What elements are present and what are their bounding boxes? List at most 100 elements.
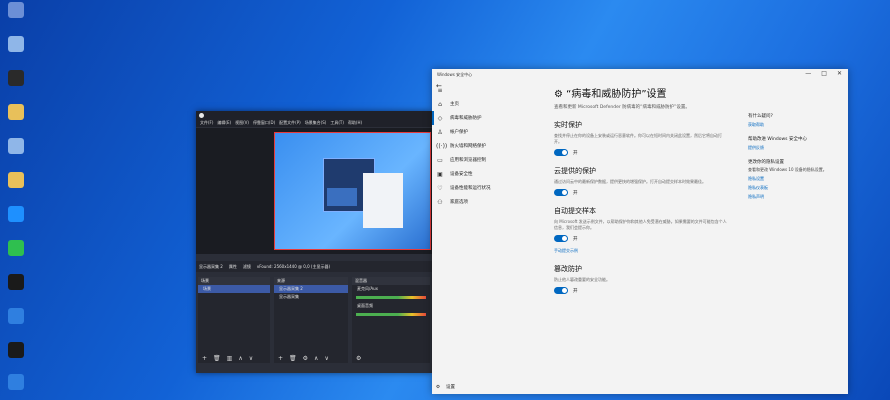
- app-icon: [8, 274, 24, 290]
- nav-item[interactable]: ◇ 病毒和威胁防护: [432, 111, 544, 125]
- move-down-icon[interactable]: ∨: [324, 355, 328, 362]
- resolution-label: vFound: 2560x1440 @ 0,0 (主显示器): [256, 263, 331, 269]
- preview-nested-panel: [363, 173, 403, 228]
- desktop-shortcut[interactable]: [3, 104, 29, 120]
- windows-security-window: Windows 安全中心 — □ ✕ ← ≡ ⌂ 主页 ◇ 病毒和威胁防护 ♙ 帐户保护((…: [432, 69, 848, 394]
- settings-content: ⚙ “病毒和威胁防护”设置 查看和更新 Microsoft Defender 防…: [554, 85, 744, 294]
- filters-button[interactable]: 滤镜: [243, 264, 251, 270]
- scenes-dock: 场景 场景 + 🗑 ▥ ∧ ∨: [198, 277, 270, 363]
- privacy-dashboard-link[interactable]: 隐私仪表板: [748, 185, 843, 191]
- app-icon: [8, 172, 24, 188]
- nav-label: 主页: [450, 102, 459, 107]
- add-icon[interactable]: +: [278, 355, 283, 362]
- settings-sections: 实时保护 查找并停止在你的设备上安装或运行恶意软件。你可以在短时间内关闭此设置，然…: [554, 120, 744, 294]
- section-description: 通过访问云中的最新保护数据，提供更快的增强保护。打开自动提交样本时效果最佳。: [554, 179, 706, 184]
- nav-item[interactable]: ≡: [432, 83, 544, 97]
- page-title-text: “病毒和威胁防护”设置: [566, 89, 667, 100]
- desktop-shortcut[interactable]: [3, 342, 29, 358]
- get-help-link[interactable]: 获取帮助: [748, 122, 843, 128]
- desktop-shortcut[interactable]: [3, 374, 29, 390]
- setting-section: 实时保护 查找并停止在你的设备上安装或运行恶意软件。你可以在短时间内关闭此设置，然…: [554, 120, 744, 156]
- toggle-state: 开: [573, 190, 578, 196]
- source-item[interactable]: 显示器采集: [274, 293, 348, 301]
- privacy-statement-link[interactable]: 隐私声明: [748, 194, 843, 200]
- window-title: Windows 安全中心: [437, 72, 473, 77]
- mixer-track-label: 麦克风/Aux: [357, 286, 378, 291]
- properties-button[interactable]: 属性: [229, 264, 237, 270]
- nav-settings[interactable]: ⚙ 设置: [436, 384, 456, 391]
- section-title: 篡改防护: [554, 265, 582, 273]
- nav-icon: ♡: [437, 184, 443, 192]
- desktop-shortcut[interactable]: [3, 36, 29, 52]
- toggle-switch[interactable]: [554, 287, 568, 294]
- obs-menu-item[interactable]: 文件(F): [200, 120, 213, 126]
- toggle-switch[interactable]: [554, 235, 568, 242]
- privacy-settings-link[interactable]: 隐私设置: [748, 176, 843, 182]
- move-up-icon[interactable]: ∧: [314, 355, 318, 362]
- obs-titlebar[interactable]: [196, 111, 432, 119]
- toggle-row: 开: [554, 149, 744, 156]
- obs-menu-item[interactable]: 视图(V): [235, 120, 249, 126]
- add-icon[interactable]: +: [202, 355, 207, 362]
- nav-item[interactable]: ▣ 设备安全性: [432, 167, 544, 181]
- mixer-dock: 混音器 麦克风/Aux 桌面音频 ⚙: [352, 277, 430, 363]
- nav-item[interactable]: ♙ 帐户保护: [432, 125, 544, 139]
- preview-nested-content: [327, 188, 357, 206]
- scene-item[interactable]: 场景: [198, 285, 270, 293]
- nav-item[interactable]: ((·)) 防火墙和网络保护: [432, 139, 544, 153]
- obs-menu-item[interactable]: 帮助(H): [348, 120, 362, 126]
- feedback-link[interactable]: 提供反馈: [748, 145, 843, 151]
- minimize-icon[interactable]: —: [805, 70, 811, 77]
- shield-icon: ⚙: [554, 89, 567, 100]
- toggle-switch[interactable]: [554, 149, 568, 156]
- desktop-shortcut[interactable]: [3, 206, 29, 222]
- side-panel: 有什么疑问? 获取帮助 帮助改进 Windows 安全中心 提供反馈 更改你的隐…: [748, 105, 843, 200]
- sources-dock-footer: + 🗑 ⚙ ∧ ∨: [274, 353, 348, 363]
- obs-menu-item[interactable]: 停靠窗口(D): [253, 120, 275, 126]
- setting-section: 篡改防护 防止他人篡改重要的安全功能。开: [554, 264, 744, 294]
- source-item[interactable]: 显示器采集 2: [274, 285, 348, 293]
- source-name: 显示器采集 2: [199, 263, 223, 269]
- app-icon: [8, 2, 24, 18]
- section-title: 自动提交样本: [554, 207, 596, 215]
- gear-icon[interactable]: ⚙: [356, 355, 361, 362]
- desktop-shortcut[interactable]: [3, 138, 29, 154]
- settings-label: 设置: [446, 385, 456, 390]
- nav-label: 防火墙和网络保护: [450, 144, 486, 149]
- section-link[interactable]: 手动提交示例: [554, 248, 744, 254]
- move-down-icon[interactable]: ∨: [249, 355, 253, 362]
- desktop-shortcut[interactable]: [3, 308, 29, 324]
- desktop-shortcut[interactable]: [3, 2, 29, 18]
- obs-preview-canvas[interactable]: [274, 132, 431, 250]
- toggle-state: 开: [573, 150, 578, 156]
- desktop-shortcut[interactable]: [3, 70, 29, 86]
- obs-menu-item[interactable]: 编辑(E): [217, 120, 231, 126]
- gear-icon[interactable]: ⚙: [303, 355, 308, 362]
- filter-icon[interactable]: ▥: [227, 355, 233, 362]
- move-up-icon[interactable]: ∧: [238, 355, 242, 362]
- nav-item[interactable]: ⚇ 家庭选项: [432, 195, 544, 209]
- setting-section: 自动提交样本向 Microsoft 发送示例文件，以帮助保护你和其他人免受潜在威…: [554, 206, 744, 254]
- obs-menu-item[interactable]: 场景集合(S): [305, 120, 327, 126]
- nav-item[interactable]: ⌂ 主页: [432, 97, 544, 111]
- close-icon[interactable]: ✕: [837, 70, 842, 77]
- nav-item[interactable]: ♡ 设备性能和运行状况: [432, 181, 544, 195]
- obs-menu-item[interactable]: 配置文件(P): [279, 120, 301, 126]
- desktop-shortcut[interactable]: [3, 274, 29, 290]
- toggle-switch[interactable]: [554, 189, 568, 196]
- volume-meter: [356, 313, 426, 316]
- maximize-icon[interactable]: □: [821, 70, 827, 77]
- page-title: ⚙ “病毒和威胁防护”设置: [554, 85, 744, 100]
- nav-label: 病毒和威胁防护: [450, 116, 482, 121]
- desktop-shortcut[interactable]: [3, 240, 29, 256]
- obs-preview[interactable]: [196, 128, 432, 254]
- remove-icon[interactable]: 🗑: [289, 355, 297, 362]
- side-privacy-desc: 查看和更改 Windows 10 设备的隐私设置。: [748, 167, 827, 172]
- desktop-shortcut[interactable]: [3, 172, 29, 188]
- obs-logo-icon: [199, 112, 204, 118]
- nav-item[interactable]: ▭ 应用和浏览器控制: [432, 153, 544, 167]
- nav-label: 帐户保护: [450, 130, 468, 135]
- obs-menu-item[interactable]: 工具(T): [330, 120, 344, 126]
- obs-menubar: 文件(F) 编辑(E) 视图(V) 停靠窗口(D) 配置文件(P) 场景集合(S) 工具(T…: [196, 119, 432, 127]
- remove-icon[interactable]: 🗑: [213, 355, 221, 362]
